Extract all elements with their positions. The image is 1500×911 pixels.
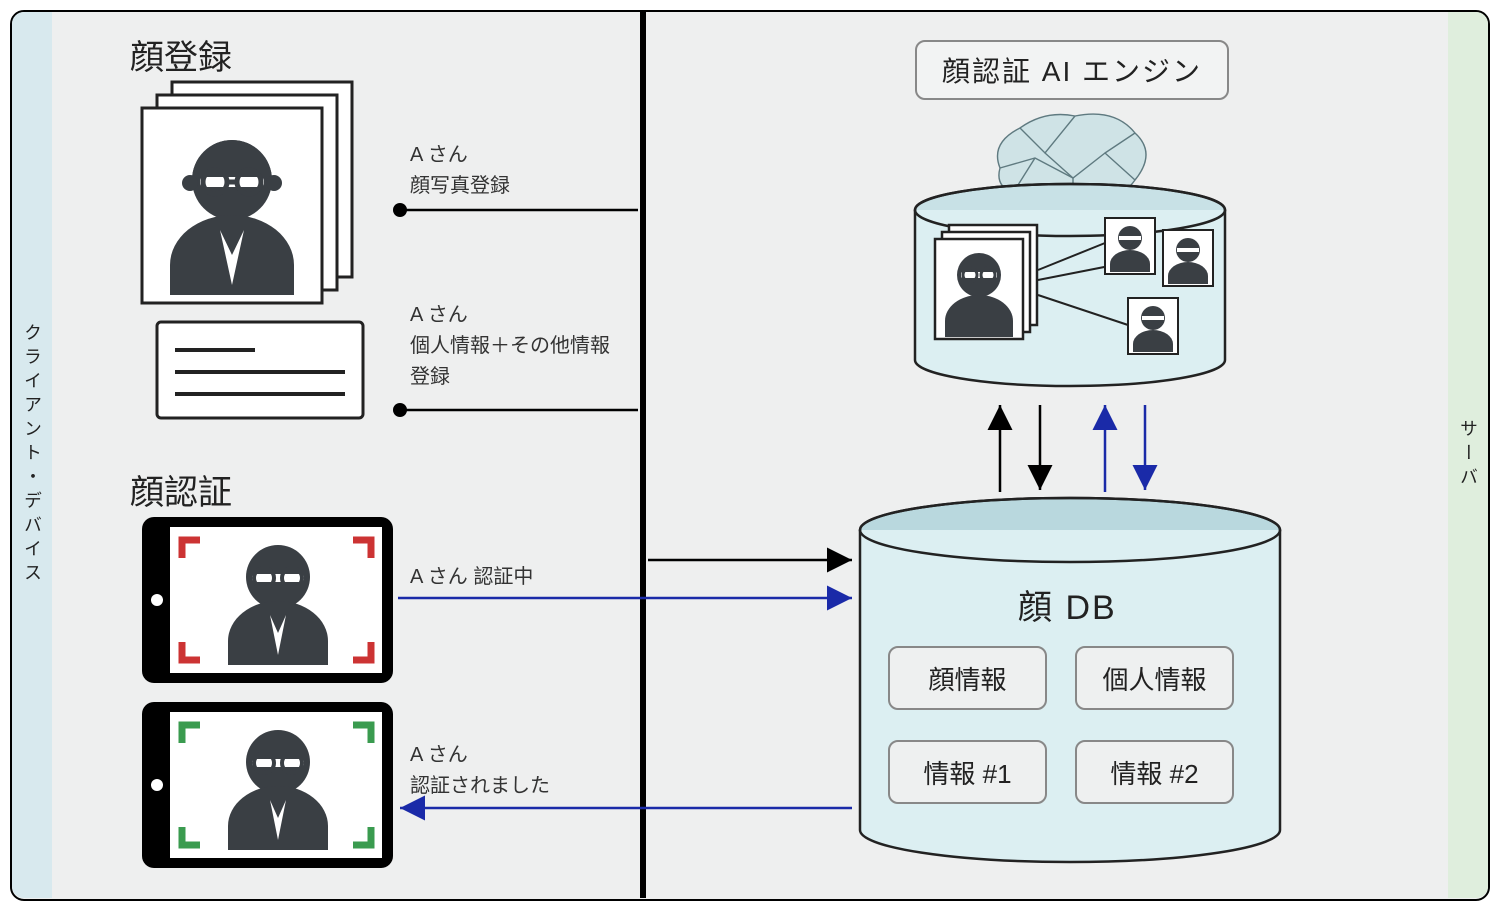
flow-arrows [0, 0, 1500, 911]
diagram-root: クライアント・デバイス サーバ 顔登録 [0, 0, 1500, 911]
